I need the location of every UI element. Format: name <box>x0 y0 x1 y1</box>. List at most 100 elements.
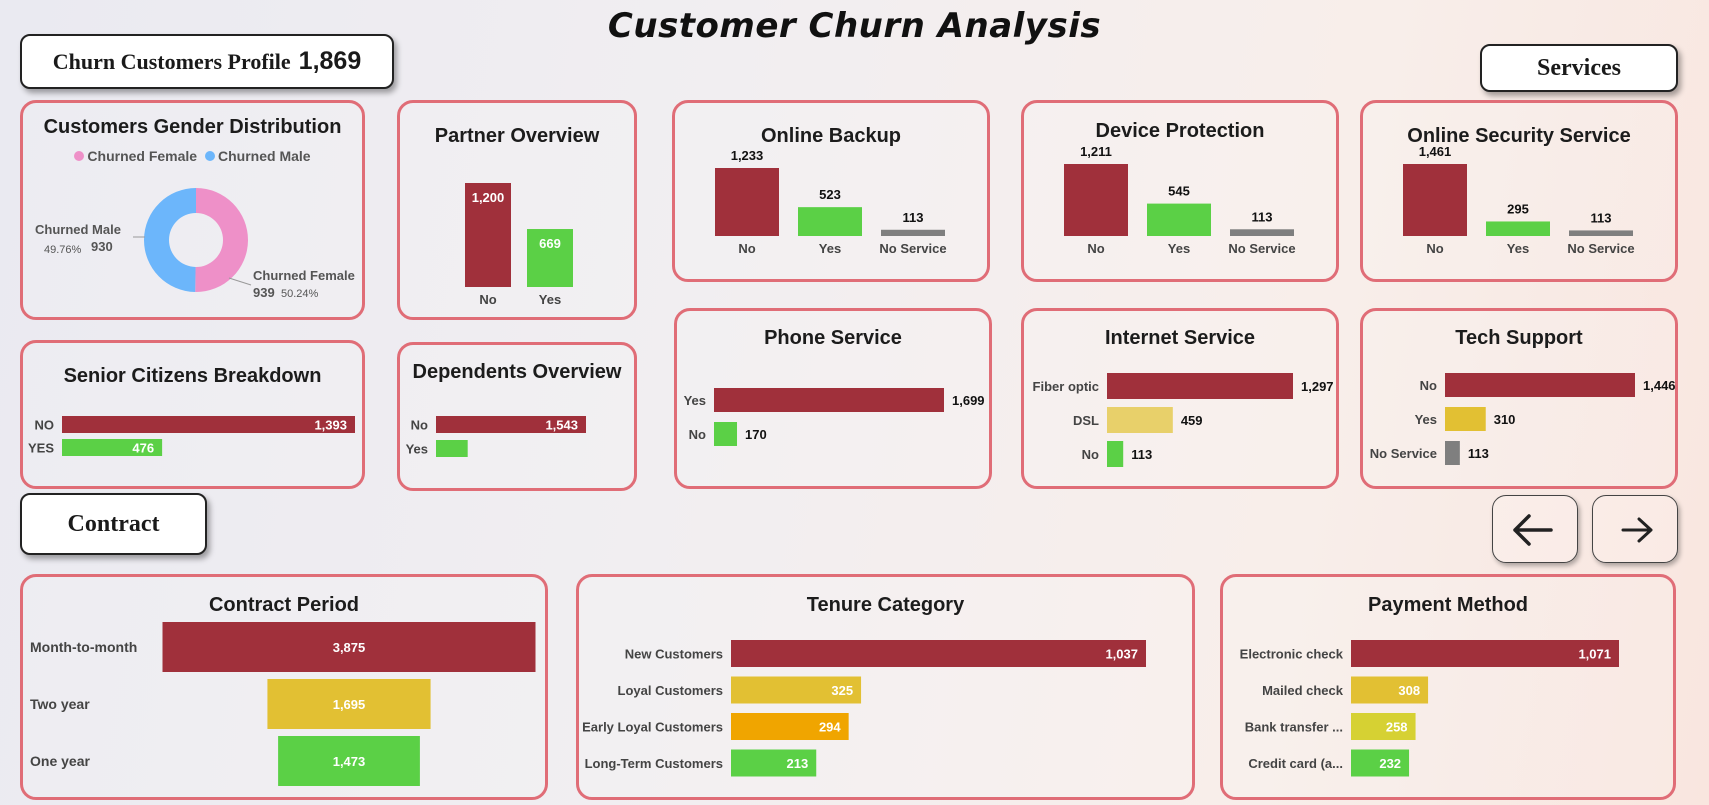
category-label-electronic-check: Electronic check <box>1240 647 1344 662</box>
category-label-no: No <box>689 427 706 442</box>
category-label-no: No <box>479 292 496 307</box>
contract-section-label: Contract <box>20 493 207 555</box>
category-label-no: No <box>411 418 428 433</box>
data-label-yes: 523 <box>819 187 841 202</box>
bar-no <box>1403 164 1467 236</box>
data-label-yes: 545 <box>1168 184 1190 199</box>
category-label-yes: Yes <box>539 292 561 307</box>
data-label-no-service: 113 <box>1468 446 1489 461</box>
partner-card: Partner Overview 1,200 No 669 Yes <box>397 100 637 320</box>
category-label-no-service: No Service <box>1567 241 1634 256</box>
services-label-text: Services <box>1537 54 1621 81</box>
contract-period-card: Contract Period 3,875 Month-to-month 1,695… <box>20 574 548 800</box>
category-label-two-year: Two year <box>30 696 90 712</box>
category-label-loyal-customers: Loyal Customers <box>618 683 723 698</box>
category-label-one-year: One year <box>30 753 90 769</box>
data-label-new-customers: 1,037 <box>1105 647 1138 662</box>
category-label-no-service: No Service <box>879 241 946 256</box>
data-label-one-year: 1,473 <box>333 754 366 769</box>
previous-page-button[interactable] <box>1492 495 1578 563</box>
slice-value-male: 930 <box>91 239 113 254</box>
bar-no-service <box>1569 230 1633 236</box>
slice-churned-male <box>144 188 196 292</box>
category-label-no: No <box>1087 241 1104 256</box>
bar-no-service <box>881 229 945 236</box>
bar-no-service <box>1230 229 1294 236</box>
churn-profile-count: 1,869 <box>298 47 362 75</box>
data-label-no: 1,233 <box>731 148 764 163</box>
slice-label-female: Churned Female <box>253 268 355 283</box>
slice-pct-female: 50.24% <box>281 288 319 300</box>
data-label-no: 1,461 <box>1419 144 1452 159</box>
category-label-no: NO <box>35 418 55 433</box>
slice-pct-male: 49.76% <box>44 244 82 256</box>
gender-card: Customers Gender Distribution Churned Fe… <box>20 100 365 320</box>
data-label-loyal-customers: 325 <box>831 683 853 698</box>
category-label-yes: Yes <box>819 241 841 256</box>
data-label-no-service: 113 <box>903 210 924 225</box>
slice-value-female: 939 <box>253 285 275 300</box>
category-label-yes: Yes <box>406 442 428 457</box>
category-label-no: No <box>1082 447 1099 462</box>
bar-yes <box>798 207 862 236</box>
phone-service-bar-chart: Yes 1,699 No 170 <box>684 388 985 446</box>
payment-bar-chart: Electronic check 1,071 Mailed check 308 Bank… <box>1240 640 1619 777</box>
tech-support-bar-chart: No 1,446 Yes 310 No Service 113 <box>1370 373 1676 465</box>
bar-yes <box>1147 203 1211 236</box>
bar-no <box>1445 373 1635 397</box>
category-label-mailed-check: Mailed check <box>1262 683 1344 698</box>
category-label-no: No <box>1420 378 1437 393</box>
data-label-no: 1,446 <box>1643 378 1676 393</box>
online-security-card: Online Security Service 1,461 No 295 Yes 113… <box>1360 100 1678 282</box>
data-label-dsl: 459 <box>1181 413 1203 428</box>
data-label-no: 1,393 <box>314 418 347 433</box>
dependents-bar-chart: No 1,543 Yes <box>406 416 586 457</box>
bar-no-service <box>1445 441 1460 465</box>
category-label-bank-transfer: Bank transfer ... <box>1245 720 1343 735</box>
bar-no <box>62 416 355 433</box>
tenure-bar-chart: New Customers 1,037 Loyal Customers 325 Earl… <box>582 640 1146 777</box>
category-label-yes: Yes <box>1507 241 1529 256</box>
bar-no <box>1064 164 1128 236</box>
arrow-right-icon <box>1621 517 1653 543</box>
slice-label-male: Churned Male <box>35 222 121 237</box>
data-label-no: 170 <box>745 427 767 442</box>
data-label-early-loyal-customers: 294 <box>819 720 841 735</box>
online-backup-bar-chart: 1,233 No 523 Yes 113 No Service <box>715 148 947 256</box>
gender-donut-chart: Churned Female 939 50.24% Churned Male 49.76… <box>35 188 355 300</box>
category-label-fiber-optic: Fiber optic <box>1033 379 1099 394</box>
data-label-electronic-check: 1,071 <box>1578 647 1611 662</box>
category-label-long-term-customers: Long-Term Customers <box>585 756 723 771</box>
data-label-two-year: 1,695 <box>333 697 366 712</box>
data-label-yes: 310 <box>1494 412 1516 427</box>
data-label-no-service: 113 <box>1252 209 1273 224</box>
category-label-credit-card-a: Credit card (a... <box>1248 756 1343 771</box>
bar-no <box>1107 441 1124 467</box>
category-label-no: No <box>1426 241 1443 256</box>
category-label-yes: YES <box>28 441 54 456</box>
senior-card: Senior Citizens Breakdown NO 1,393 YES 476 <box>20 340 365 489</box>
category-label-yes: Yes <box>684 393 706 408</box>
arrow-left-icon <box>1513 514 1553 546</box>
online-backup-card: Online Backup 1,233 No 523 Yes 113 No Service <box>672 100 990 282</box>
data-label-long-term-customers: 213 <box>787 756 809 771</box>
bar-fiber-optic <box>1107 373 1293 399</box>
category-label-yes: Yes <box>1415 412 1437 427</box>
internet-service-card: Internet Service Fiber optic 1,297 DSL 459 N… <box>1021 308 1339 489</box>
device-protection-bar-chart: 1,211 No 545 Yes 113 No Service <box>1064 144 1296 256</box>
data-label-yes: 669 <box>539 236 561 251</box>
tech-support-card: Tech Support No 1,446 Yes 310 No Service 113 <box>1360 308 1678 489</box>
internet-service-bar-chart: Fiber optic 1,297 DSL 459 No 113 <box>1033 373 1334 467</box>
data-label-yes: 295 <box>1507 201 1529 216</box>
data-label-month-to-month: 3,875 <box>333 640 366 655</box>
bar-new-customers <box>731 640 1146 667</box>
category-label-dsl: DSL <box>1073 413 1099 428</box>
data-label-credit-card-a: 232 <box>1379 756 1401 771</box>
category-label-no: No <box>738 241 755 256</box>
bar-yes <box>714 388 944 412</box>
category-label-early-loyal-customers: Early Loyal Customers <box>582 720 723 735</box>
senior-bar-chart: NO 1,393 YES 476 <box>28 416 355 456</box>
data-label-no-service: 113 <box>1591 210 1612 225</box>
services-section-label: Services <box>1480 44 1678 92</box>
next-page-button[interactable] <box>1592 495 1678 563</box>
